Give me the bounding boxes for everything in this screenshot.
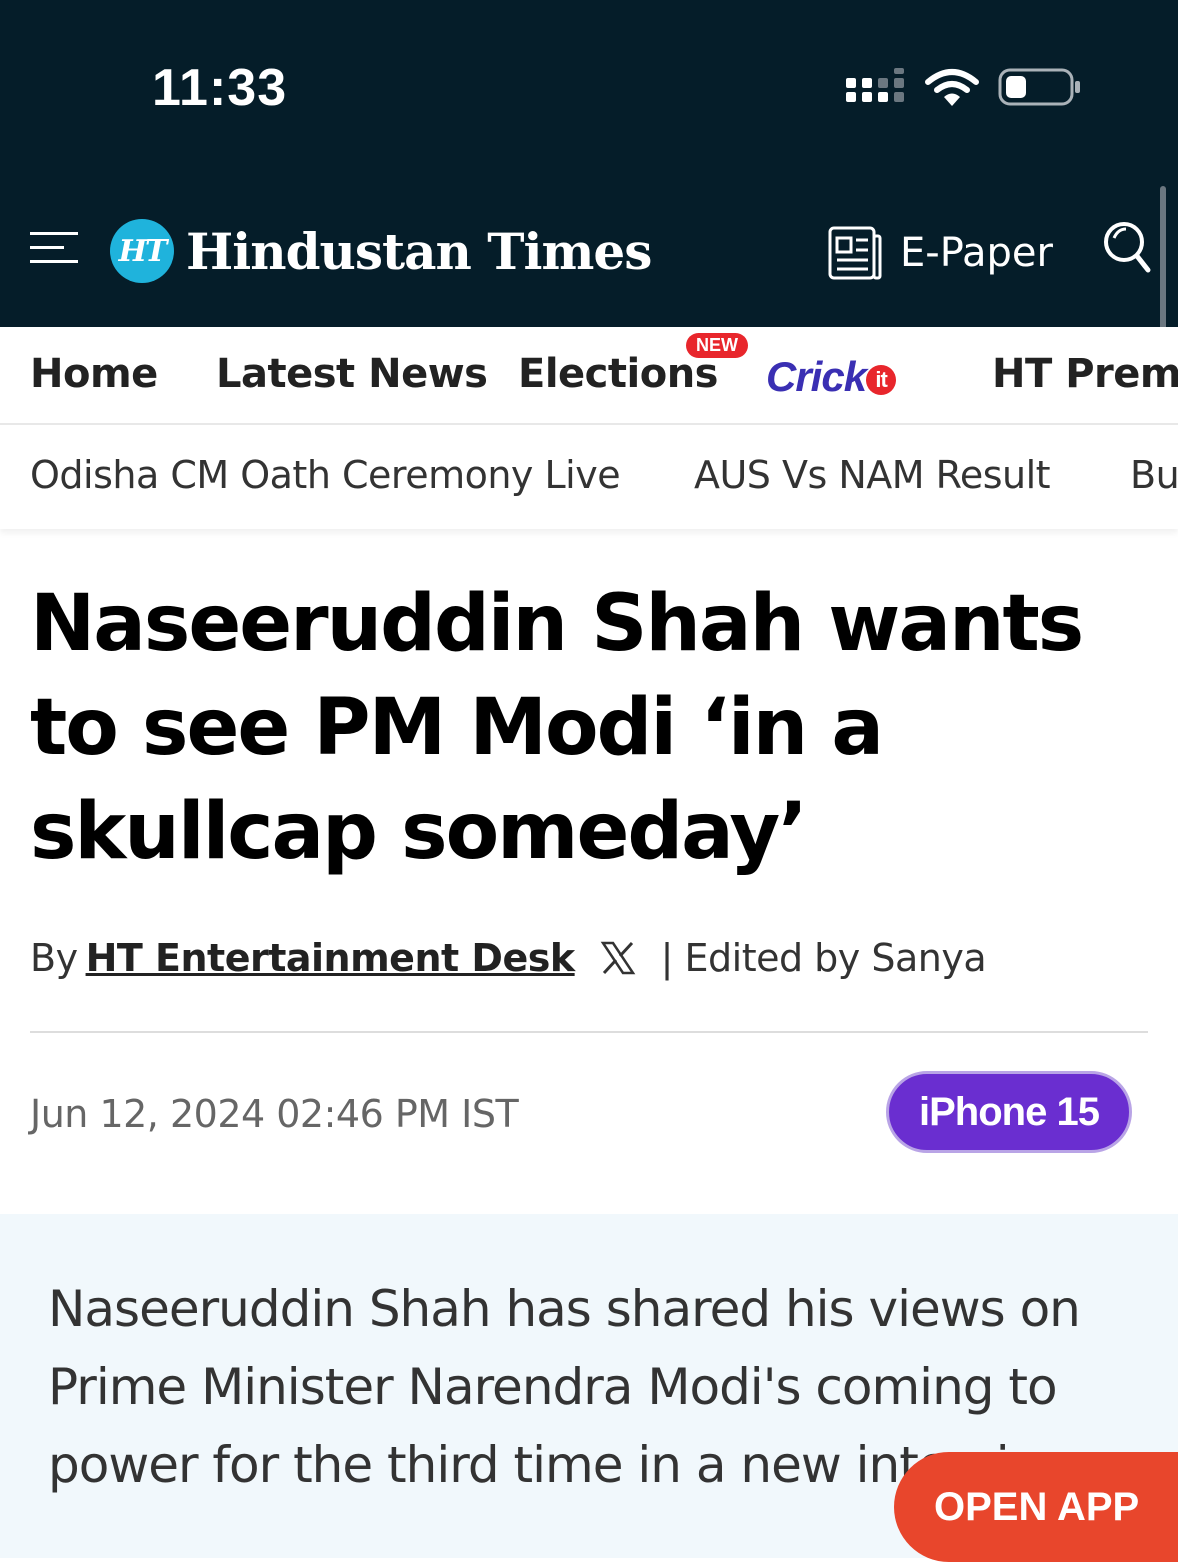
wifi-icon: [925, 69, 979, 106]
trending-item[interactable]: Odisha CM Oath Ceremony Live: [30, 453, 621, 497]
logo-text: Hindustan Times: [186, 221, 652, 281]
new-badge: NEW: [686, 333, 748, 358]
byline: By HT Entertainment Desk | Edited by San…: [30, 936, 987, 980]
nav-home[interactable]: Home: [30, 351, 158, 397]
open-app-button[interactable]: OPEN APP: [894, 1452, 1178, 1562]
crickit-ball-icon: it: [866, 364, 897, 395]
site-logo[interactable]: HT Hindustan Times: [110, 219, 652, 283]
trending-item[interactable]: Bu: [1130, 453, 1178, 497]
iphone-ad-badge[interactable]: iPhone 15: [886, 1071, 1132, 1153]
edited-by: | Edited by Sanya: [660, 936, 987, 980]
trending-item[interactable]: AUS Vs NAM Result: [694, 453, 1051, 497]
search-icon[interactable]: [1102, 220, 1152, 276]
nav-elections[interactable]: Elections: [518, 351, 718, 397]
divider: [30, 1031, 1148, 1033]
main-nav: Home Latest News Elections NEW Crick it H…: [0, 327, 1178, 425]
nav-ht-premium[interactable]: HT Premium: [992, 351, 1178, 397]
cellular-signal-icon: [846, 68, 904, 102]
newspaper-icon: [828, 226, 882, 280]
status-time: 11:33: [152, 59, 288, 117]
epaper-label: E-Paper: [900, 230, 1053, 276]
epaper-button[interactable]: E-Paper: [826, 224, 1053, 282]
crickit-label: Crick: [766, 353, 867, 400]
status-bar: 11:33: [0, 0, 1178, 170]
byline-prefix: By: [30, 936, 78, 980]
site-header: HT Hindustan Times E-Paper: [0, 170, 1178, 356]
publish-date: Jun 12, 2024 02:46 PM IST: [30, 1092, 519, 1136]
nav-latest-news[interactable]: Latest News: [216, 351, 488, 397]
nav-crickit[interactable]: Crick it: [766, 353, 897, 401]
trending-nav: Odisha CM Oath Ceremony Live AUS Vs NAM …: [0, 425, 1178, 529]
menu-icon[interactable]: [30, 228, 78, 268]
article-headline: Naseeruddin Shah wants to see PM Modi ‘i…: [30, 579, 1084, 877]
logo-badge: HT: [110, 219, 174, 283]
battery-icon: [998, 68, 1080, 106]
author-link[interactable]: HT Entertainment Desk: [86, 936, 576, 980]
x-twitter-icon[interactable]: [599, 939, 637, 977]
